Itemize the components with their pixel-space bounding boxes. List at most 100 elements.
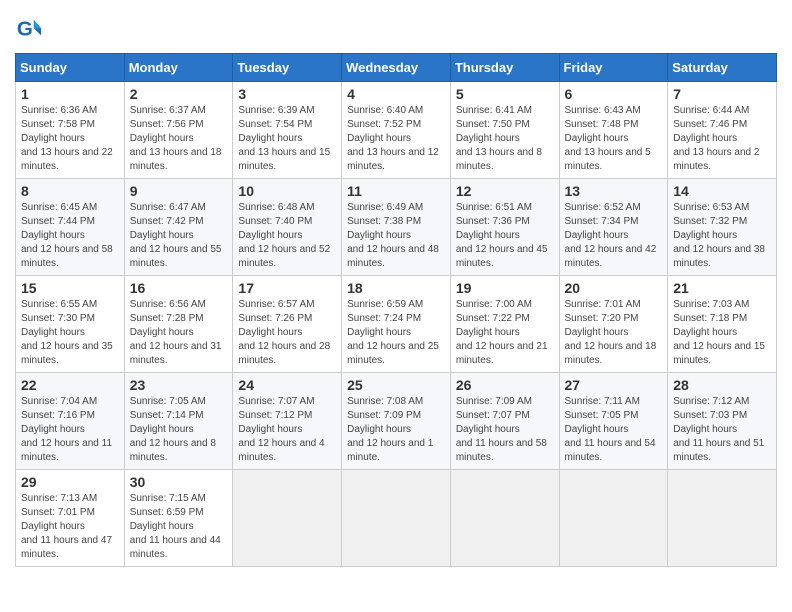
day-info: Sunrise: 6:43 AM Sunset: 7:48 PM Dayligh… xyxy=(565,104,663,174)
day-info: Sunrise: 6:39 AM Sunset: 7:54 PM Dayligh… xyxy=(238,104,336,174)
col-tuesday: Tuesday xyxy=(233,54,342,82)
day-info: Sunrise: 6:48 AM Sunset: 7:40 PM Dayligh… xyxy=(238,201,336,271)
col-monday: Monday xyxy=(124,54,233,82)
day-number: 8 xyxy=(21,183,119,199)
day-info: Sunrise: 7:12 AM Sunset: 7:03 PM Dayligh… xyxy=(673,395,771,465)
day-info: Sunrise: 6:57 AM Sunset: 7:26 PM Dayligh… xyxy=(238,298,336,368)
calendar-week-3: 15 Sunrise: 6:55 AM Sunset: 7:30 PM Dayl… xyxy=(16,276,777,373)
day-number: 26 xyxy=(456,377,554,393)
day-cell-14: 14 Sunrise: 6:53 AM Sunset: 7:32 PM Dayl… xyxy=(668,179,777,276)
day-info: Sunrise: 6:49 AM Sunset: 7:38 PM Dayligh… xyxy=(347,201,445,271)
day-cell-8: 8 Sunrise: 6:45 AM Sunset: 7:44 PM Dayli… xyxy=(16,179,125,276)
day-number: 12 xyxy=(456,183,554,199)
day-number: 27 xyxy=(565,377,663,393)
day-cell-27: 27 Sunrise: 7:11 AM Sunset: 7:05 PM Dayl… xyxy=(559,373,668,470)
day-number: 20 xyxy=(565,280,663,296)
day-number: 11 xyxy=(347,183,445,199)
day-info: Sunrise: 6:52 AM Sunset: 7:34 PM Dayligh… xyxy=(565,201,663,271)
day-info: Sunrise: 7:08 AM Sunset: 7:09 PM Dayligh… xyxy=(347,395,445,465)
day-info: Sunrise: 6:36 AM Sunset: 7:58 PM Dayligh… xyxy=(21,104,119,174)
empty-cell xyxy=(233,470,342,567)
day-info: Sunrise: 7:03 AM Sunset: 7:18 PM Dayligh… xyxy=(673,298,771,368)
day-info: Sunrise: 6:55 AM Sunset: 7:30 PM Dayligh… xyxy=(21,298,119,368)
day-cell-17: 17 Sunrise: 6:57 AM Sunset: 7:26 PM Dayl… xyxy=(233,276,342,373)
day-cell-21: 21 Sunrise: 7:03 AM Sunset: 7:18 PM Dayl… xyxy=(668,276,777,373)
day-cell-24: 24 Sunrise: 7:07 AM Sunset: 7:12 PM Dayl… xyxy=(233,373,342,470)
day-cell-19: 19 Sunrise: 7:00 AM Sunset: 7:22 PM Dayl… xyxy=(450,276,559,373)
day-number: 22 xyxy=(21,377,119,393)
day-number: 4 xyxy=(347,86,445,102)
empty-cell xyxy=(342,470,451,567)
day-number: 10 xyxy=(238,183,336,199)
day-cell-10: 10 Sunrise: 6:48 AM Sunset: 7:40 PM Dayl… xyxy=(233,179,342,276)
day-info: Sunrise: 6:45 AM Sunset: 7:44 PM Dayligh… xyxy=(21,201,119,271)
day-number: 3 xyxy=(238,86,336,102)
day-number: 2 xyxy=(130,86,228,102)
day-number: 21 xyxy=(673,280,771,296)
day-number: 9 xyxy=(130,183,228,199)
day-cell-5: 5 Sunrise: 6:41 AM Sunset: 7:50 PM Dayli… xyxy=(450,82,559,179)
day-info: Sunrise: 6:40 AM Sunset: 7:52 PM Dayligh… xyxy=(347,104,445,174)
calendar-week-1: 1 Sunrise: 6:36 AM Sunset: 7:58 PM Dayli… xyxy=(16,82,777,179)
col-saturday: Saturday xyxy=(668,54,777,82)
day-info: Sunrise: 6:59 AM Sunset: 7:24 PM Dayligh… xyxy=(347,298,445,368)
col-sunday: Sunday xyxy=(16,54,125,82)
day-number: 6 xyxy=(565,86,663,102)
calendar-week-5: 29 Sunrise: 7:13 AM Sunset: 7:01 PM Dayl… xyxy=(16,470,777,567)
day-cell-23: 23 Sunrise: 7:05 AM Sunset: 7:14 PM Dayl… xyxy=(124,373,233,470)
day-info: Sunrise: 6:37 AM Sunset: 7:56 PM Dayligh… xyxy=(130,104,228,174)
day-number: 15 xyxy=(21,280,119,296)
empty-cell xyxy=(450,470,559,567)
calendar-table: Sunday Monday Tuesday Wednesday Thursday… xyxy=(15,53,777,567)
day-cell-2: 2 Sunrise: 6:37 AM Sunset: 7:56 PM Dayli… xyxy=(124,82,233,179)
day-info: Sunrise: 7:15 AM Sunset: 6:59 PM Dayligh… xyxy=(130,492,228,562)
col-thursday: Thursday xyxy=(450,54,559,82)
day-info: Sunrise: 7:07 AM Sunset: 7:12 PM Dayligh… xyxy=(238,395,336,465)
day-info: Sunrise: 6:47 AM Sunset: 7:42 PM Dayligh… xyxy=(130,201,228,271)
day-info: Sunrise: 7:13 AM Sunset: 7:01 PM Dayligh… xyxy=(21,492,119,562)
day-cell-29: 29 Sunrise: 7:13 AM Sunset: 7:01 PM Dayl… xyxy=(16,470,125,567)
day-cell-22: 22 Sunrise: 7:04 AM Sunset: 7:16 PM Dayl… xyxy=(16,373,125,470)
day-number: 5 xyxy=(456,86,554,102)
calendar-week-2: 8 Sunrise: 6:45 AM Sunset: 7:44 PM Dayli… xyxy=(16,179,777,276)
day-cell-4: 4 Sunrise: 6:40 AM Sunset: 7:52 PM Dayli… xyxy=(342,82,451,179)
logo-icon: G xyxy=(15,15,43,43)
day-number: 1 xyxy=(21,86,119,102)
day-number: 30 xyxy=(130,474,228,490)
day-number: 28 xyxy=(673,377,771,393)
day-cell-28: 28 Sunrise: 7:12 AM Sunset: 7:03 PM Dayl… xyxy=(668,373,777,470)
day-cell-18: 18 Sunrise: 6:59 AM Sunset: 7:24 PM Dayl… xyxy=(342,276,451,373)
day-info: Sunrise: 7:01 AM Sunset: 7:20 PM Dayligh… xyxy=(565,298,663,368)
day-number: 16 xyxy=(130,280,228,296)
empty-cell xyxy=(668,470,777,567)
day-info: Sunrise: 6:44 AM Sunset: 7:46 PM Dayligh… xyxy=(673,104,771,174)
col-friday: Friday xyxy=(559,54,668,82)
calendar-week-4: 22 Sunrise: 7:04 AM Sunset: 7:16 PM Dayl… xyxy=(16,373,777,470)
svg-text:G: G xyxy=(17,18,33,41)
empty-cell xyxy=(559,470,668,567)
day-info: Sunrise: 7:00 AM Sunset: 7:22 PM Dayligh… xyxy=(456,298,554,368)
day-cell-30: 30 Sunrise: 7:15 AM Sunset: 6:59 PM Dayl… xyxy=(124,470,233,567)
day-number: 7 xyxy=(673,86,771,102)
day-number: 19 xyxy=(456,280,554,296)
day-cell-9: 9 Sunrise: 6:47 AM Sunset: 7:42 PM Dayli… xyxy=(124,179,233,276)
day-cell-7: 7 Sunrise: 6:44 AM Sunset: 7:46 PM Dayli… xyxy=(668,82,777,179)
day-cell-12: 12 Sunrise: 6:51 AM Sunset: 7:36 PM Dayl… xyxy=(450,179,559,276)
day-number: 29 xyxy=(21,474,119,490)
day-cell-15: 15 Sunrise: 6:55 AM Sunset: 7:30 PM Dayl… xyxy=(16,276,125,373)
day-info: Sunrise: 6:41 AM Sunset: 7:50 PM Dayligh… xyxy=(456,104,554,174)
day-number: 14 xyxy=(673,183,771,199)
day-number: 24 xyxy=(238,377,336,393)
day-cell-13: 13 Sunrise: 6:52 AM Sunset: 7:34 PM Dayl… xyxy=(559,179,668,276)
day-info: Sunrise: 7:05 AM Sunset: 7:14 PM Dayligh… xyxy=(130,395,228,465)
day-cell-11: 11 Sunrise: 6:49 AM Sunset: 7:38 PM Dayl… xyxy=(342,179,451,276)
day-cell-16: 16 Sunrise: 6:56 AM Sunset: 7:28 PM Dayl… xyxy=(124,276,233,373)
day-number: 25 xyxy=(347,377,445,393)
day-cell-20: 20 Sunrise: 7:01 AM Sunset: 7:20 PM Dayl… xyxy=(559,276,668,373)
day-cell-26: 26 Sunrise: 7:09 AM Sunset: 7:07 PM Dayl… xyxy=(450,373,559,470)
day-info: Sunrise: 6:51 AM Sunset: 7:36 PM Dayligh… xyxy=(456,201,554,271)
header-row: Sunday Monday Tuesday Wednesday Thursday… xyxy=(16,54,777,82)
page-header: G xyxy=(15,15,777,43)
day-cell-1: 1 Sunrise: 6:36 AM Sunset: 7:58 PM Dayli… xyxy=(16,82,125,179)
logo: G xyxy=(15,15,47,43)
